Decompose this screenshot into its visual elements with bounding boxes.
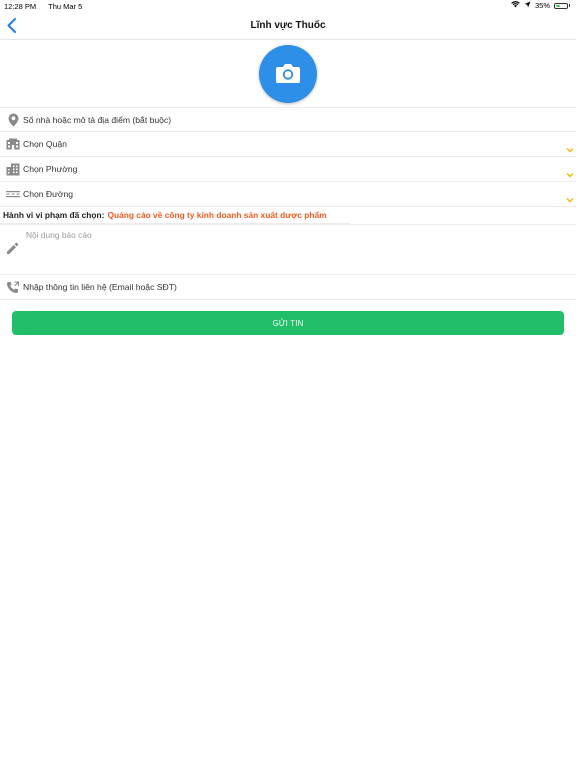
status-bar: 12:28 PM Thu Mar 5 35% [0,0,576,12]
chevron-down-icon [566,190,574,208]
violation-value: Quảng cáo về công ty kinh doanh sản xuất… [107,210,327,220]
contact-phone-icon [6,280,20,294]
district-building-icon [6,137,20,151]
ward-placeholder: Chọn Phường [23,164,78,174]
ward-select[interactable]: Chọn Phường [0,157,576,182]
contact-placeholder: Nhập thông tin liên hệ (Email hoặc SĐT) [23,282,177,292]
location-pin-icon [6,113,20,127]
pencil-icon [6,242,19,260]
page-title: Lĩnh vực Thuốc [250,20,326,31]
location-arrow-icon [524,1,531,10]
submit-button[interactable]: GỬI TIN [12,311,564,335]
district-placeholder: Chọn Quận [23,139,67,149]
ward-building-icon [6,162,20,176]
selected-violation: Hành vi vi phạm đã chọn: Quảng cáo về cô… [0,207,350,224]
nav-bar: Lĩnh vực Thuốc [0,12,576,40]
contact-input[interactable]: Nhập thông tin liên hệ (Email hoặc SĐT) [0,275,576,300]
district-select[interactable]: Chọn Quận [0,132,576,157]
status-time: 12:28 PM [4,2,37,11]
camera-icon [276,64,300,83]
address-input[interactable]: Số nhà hoặc mô tả địa điểm (bắt buộc) [0,107,576,132]
report-placeholder: Nội dung báo cáo [26,230,92,240]
battery-fill [556,4,560,7]
battery-tip [569,4,570,7]
violation-label: Hành vi vi phạm đã chọn: [3,210,105,220]
chevron-down-icon [566,140,574,158]
battery-icon [554,2,568,9]
address-placeholder: Số nhà hoặc mô tả địa điểm (bắt buộc) [23,114,172,125]
battery-percent: 35% [534,1,550,10]
report-content-input[interactable]: Nội dung báo cáo [0,224,576,275]
street-placeholder: Chọn Đường [23,189,74,199]
camera-button[interactable] [259,45,317,103]
road-icon [6,187,20,201]
wifi-icon [511,1,520,10]
chevron-down-icon [566,165,574,183]
status-date: Thu Mar 5 [48,2,83,11]
street-select[interactable]: Chọn Đường [0,182,576,207]
